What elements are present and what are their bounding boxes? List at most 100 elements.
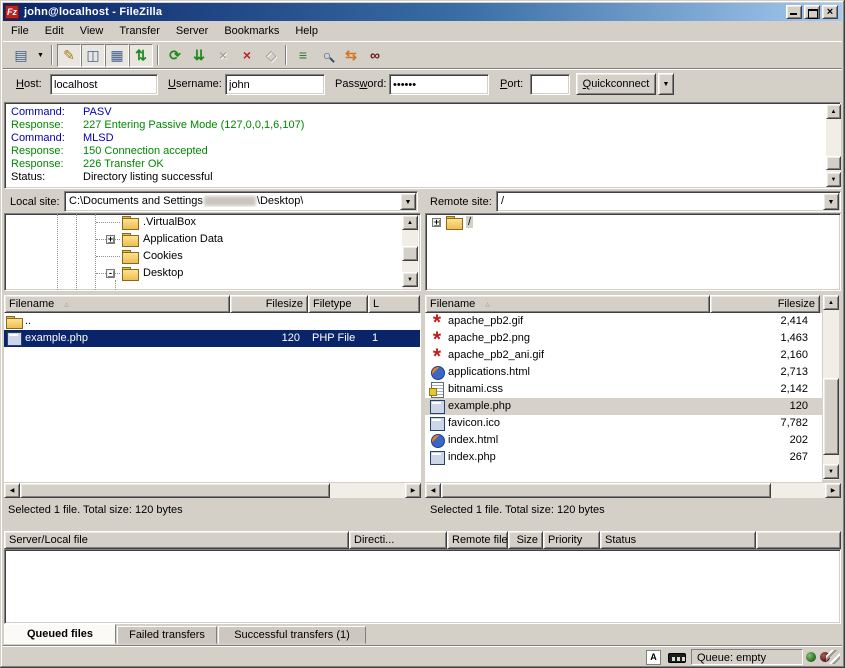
menu-item[interactable]: Bookmarks <box>216 23 287 39</box>
queue-column-size[interactable]: Size <box>508 531 543 549</box>
tab-failed-transfers[interactable]: Failed transfers <box>117 626 217 644</box>
remote-tree-item[interactable]: + / <box>426 214 840 231</box>
file-name: index.php <box>448 451 496 463</box>
log-scroll-up-icon[interactable]: ▲ <box>826 104 841 119</box>
close-button[interactable]: × <box>822 5 838 19</box>
remote-file-row[interactable]: bitnami.css 2,142 <box>425 381 824 398</box>
remote-list-hscrollbar-thumb[interactable] <box>441 483 771 498</box>
queue-column-remote-file[interactable]: Remote file <box>447 531 508 549</box>
minimize-button[interactable] <box>786 5 802 19</box>
menu-item[interactable]: Help <box>287 23 326 39</box>
log-scrollbar-thumb[interactable] <box>826 156 841 170</box>
local-tree-scroll-up-icon[interactable]: ▲ <box>402 215 418 230</box>
remote-file-list[interactable]: * apache_pb2.gif 2,414 * apache_pb2.png … <box>425 313 824 466</box>
quickconnect-button[interactable]: Quickconnect <box>576 73 656 95</box>
reconnect-icon[interactable]: ◇ <box>259 44 283 67</box>
remote-file-row[interactable]: applications.html 2,713 <box>425 364 824 381</box>
queue-column-priority[interactable]: Priority <box>543 531 600 549</box>
find-files-icon[interactable]: ∞ <box>363 44 387 67</box>
local-file-list[interactable]: .. example.php 120 PHP File 1 <box>4 313 420 347</box>
host-input[interactable] <box>50 74 158 95</box>
local-column-filetype[interactable]: Filetype <box>308 295 368 313</box>
menu-item[interactable]: Server <box>168 23 216 39</box>
directory-filters-icon[interactable]: ≡ <box>291 44 315 67</box>
local-tree-scrollbar-thumb[interactable] <box>402 246 418 261</box>
remote-list-scrollbar-thumb[interactable] <box>823 378 839 455</box>
refresh-icon[interactable]: ⟳ <box>163 44 187 67</box>
remote-file-row[interactable]: index.html 202 <box>425 432 824 449</box>
remote-list-scroll-right-icon[interactable]: ▶ <box>825 483 841 498</box>
toggle-transfer-queue-icon[interactable]: ⇅ <box>129 44 153 67</box>
remote-list-scroll-up-icon[interactable]: ▲ <box>823 295 839 310</box>
local-column-filesize[interactable]: Filesize <box>230 295 308 313</box>
queue-column-status[interactable]: Status <box>600 531 756 549</box>
remote-list-scroll-left-icon[interactable]: ◀ <box>425 483 441 498</box>
local-list-hscrollbar-thumb[interactable] <box>20 483 330 498</box>
message-log[interactable]: Command:PASV Response:227 Entering Passi… <box>4 102 841 189</box>
process-queue-icon[interactable]: ⇊ <box>187 44 211 67</box>
tab-successful-transfers[interactable]: Successful transfers (1) <box>218 626 366 644</box>
local-list-scroll-left-icon[interactable]: ◀ <box>4 483 20 498</box>
remote-file-row[interactable]: * apache_pb2_ani.gif 2,160 <box>425 347 824 364</box>
remote-site-dropdown-icon[interactable]: ▼ <box>823 193 839 210</box>
remote-file-row[interactable]: index.php 267 <box>425 449 824 466</box>
app-icon[interactable]: Fz <box>5 5 19 19</box>
toggle-local-tree-icon[interactable]: ◫ <box>81 44 105 67</box>
menu-item[interactable]: View <box>72 23 112 39</box>
local-tree-item[interactable]: .VirtualBox <box>5 214 420 231</box>
site-manager-dropdown-icon[interactable]: ▼ <box>34 44 47 67</box>
local-file-row[interactable]: .. <box>4 313 420 330</box>
local-site-dropdown-icon[interactable]: ▼ <box>400 193 416 210</box>
local-site-combo[interactable]: C:\Documents and Settings\Desktop\ ▼ <box>64 191 418 212</box>
local-column-filename[interactable]: Filename▵ <box>4 295 230 313</box>
local-column-lastmodified[interactable]: L <box>368 295 420 313</box>
title-bar[interactable]: Fz john@localhost - FileZilla × <box>3 3 842 21</box>
local-list-scroll-right-icon[interactable]: ▶ <box>405 483 421 498</box>
remote-site-combo[interactable]: / ▼ <box>496 191 841 212</box>
file-type: PHP File <box>312 332 355 344</box>
remote-tree[interactable]: + / <box>425 213 841 291</box>
menu-item[interactable]: Transfer <box>111 23 168 39</box>
port-input[interactable] <box>530 74 570 95</box>
log-scroll-down-icon[interactable]: ▼ <box>826 172 841 187</box>
toggle-remote-tree-icon[interactable]: ▦ <box>105 44 129 67</box>
tree-expander-icon[interactable]: - <box>106 269 115 278</box>
data-type-icon[interactable]: A <box>646 650 661 665</box>
remote-file-row[interactable]: * apache_pb2.png 1,463 <box>425 330 824 347</box>
local-tree-item[interactable]: + Application Data <box>5 231 420 248</box>
queue-column-direction[interactable]: Directi... <box>349 531 447 549</box>
transfer-queue[interactable] <box>4 549 841 624</box>
synchronized-browsing-icon[interactable]: ⇆ <box>339 44 363 67</box>
menu-item[interactable]: Edit <box>37 23 72 39</box>
username-input[interactable] <box>225 74 325 95</box>
remote-file-row[interactable]: favicon.ico 7,782 <box>425 415 824 432</box>
queue-column-server-local-file[interactable]: Server/Local file <box>4 531 349 549</box>
remote-list-scroll-down-icon[interactable]: ▼ <box>823 464 839 479</box>
maximize-button[interactable] <box>804 5 820 19</box>
tree-expander-icon[interactable]: + <box>432 218 441 227</box>
local-file-row[interactable]: example.php 120 PHP File 1 <box>4 330 420 347</box>
file-size: 120 <box>184 332 300 344</box>
status-bar: A Queue: empty <box>3 645 842 666</box>
toggle-message-log-icon[interactable]: ✎ <box>57 44 81 67</box>
tree-expander-icon[interactable]: + <box>106 235 115 244</box>
speed-limits-icon[interactable] <box>668 653 686 663</box>
local-tree-item[interactable]: Cookies <box>5 248 420 265</box>
disconnect-icon[interactable]: × <box>235 44 259 67</box>
tab-queued-files[interactable]: Queued files <box>4 624 116 644</box>
remote-file-row[interactable]: * apache_pb2.gif 2,414 <box>425 313 824 330</box>
quickconnect-dropdown-icon[interactable]: ▼ <box>658 73 674 95</box>
site-manager-icon[interactable]: ▤ <box>9 44 33 67</box>
directory-comparison-icon[interactable]: ○ <box>315 44 339 67</box>
remote-file-row[interactable]: example.php 120 <box>425 398 824 415</box>
log-line: Status:Directory listing successful <box>11 171 840 184</box>
resize-grip[interactable] <box>826 650 840 664</box>
local-tree-scroll-down-icon[interactable]: ▼ <box>402 272 418 287</box>
remote-column-filesize[interactable]: Filesize <box>710 295 820 313</box>
password-input[interactable] <box>389 74 489 95</box>
remote-column-filename[interactable]: Filename▵ <box>425 295 710 313</box>
cancel-operation-icon[interactable]: × <box>211 44 235 67</box>
local-tree[interactable]: .VirtualBox + Application Data Cookies - <box>4 213 421 291</box>
local-tree-item[interactable]: - Desktop <box>5 265 420 282</box>
menu-item[interactable]: File <box>3 23 37 39</box>
